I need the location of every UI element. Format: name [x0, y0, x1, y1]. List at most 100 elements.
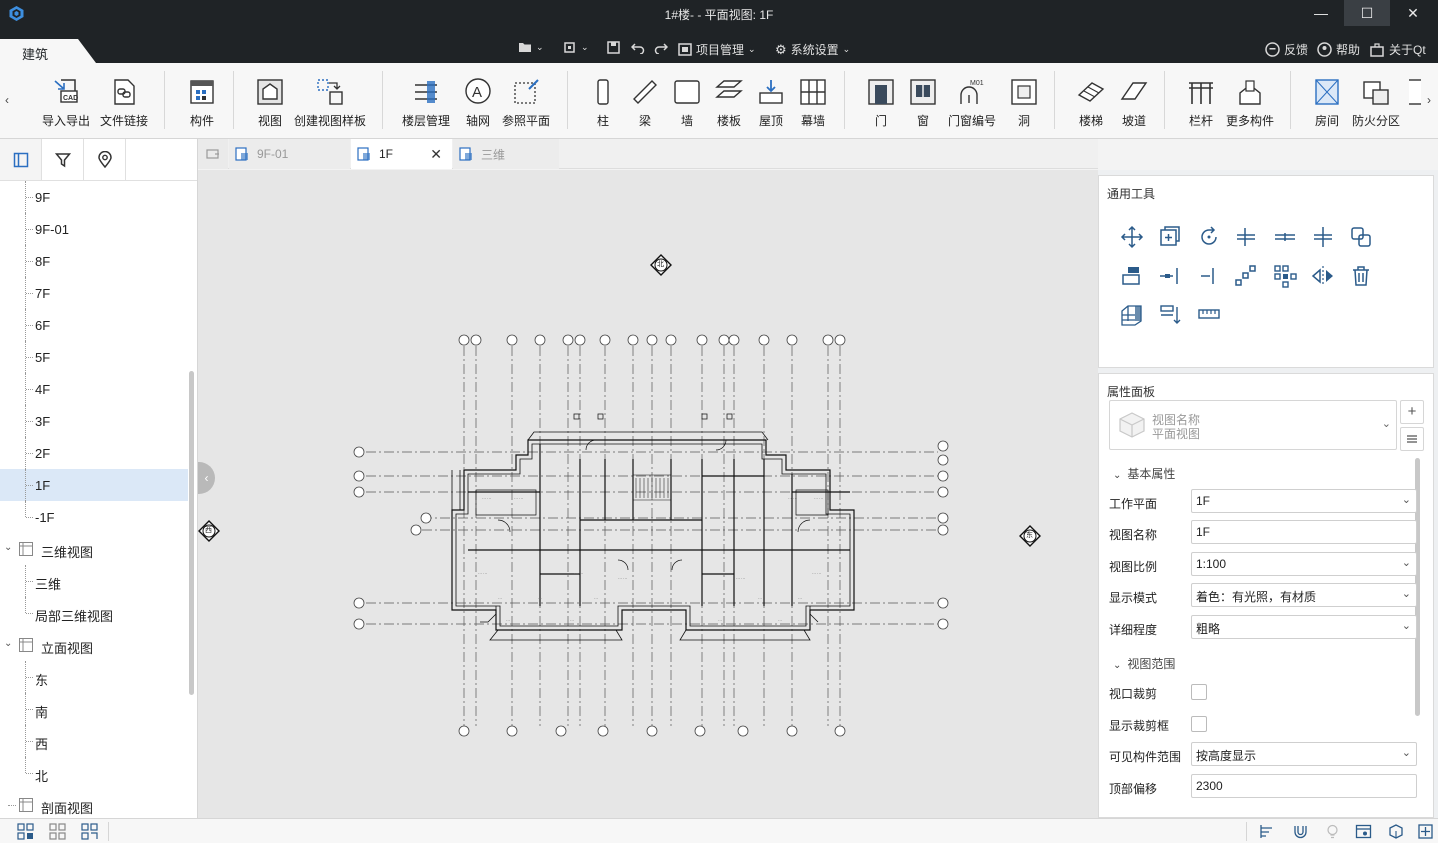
panel-toggle-button[interactable]: [0, 139, 42, 180]
split-icon[interactable]: [1272, 224, 1298, 250]
save-button[interactable]: [607, 41, 620, 54]
filter-button[interactable]: [42, 139, 84, 180]
tree-group-elevations[interactable]: ⌄ 立面视图: [0, 629, 188, 661]
offset-icon[interactable]: [1348, 224, 1374, 250]
array-icon[interactable]: [1233, 263, 1259, 289]
stairs-button[interactable]: 楼梯: [1076, 77, 1106, 129]
view-name-input[interactable]: 1F: [1191, 520, 1417, 544]
fire-zone-button[interactable]: 防火分区: [1352, 77, 1400, 129]
viewport-crop-checkbox[interactable]: [1191, 684, 1207, 700]
close-button[interactable]: ✕: [1390, 0, 1436, 26]
undo-button[interactable]: [631, 41, 645, 54]
tree-item-level[interactable]: 5F: [0, 341, 188, 373]
tree-item-elevation[interactable]: 西: [0, 725, 188, 757]
wall-button[interactable]: 墙: [672, 77, 702, 129]
visible-range-select[interactable]: 按高度显示 ⌄: [1191, 742, 1417, 766]
display-mode-select[interactable]: 着色：有光照，有材质 ⌄: [1191, 583, 1417, 607]
door-window-tag-button[interactable]: M01 门窗编号: [948, 77, 996, 129]
open-file-button[interactable]: ⌄: [518, 41, 544, 53]
tab-architecture[interactable]: 建筑: [0, 39, 96, 63]
level-copy-icon[interactable]: [1119, 301, 1145, 327]
view-button[interactable]: 视图: [255, 77, 285, 129]
tree-item-3d[interactable]: 三维: [0, 565, 188, 597]
more-components-button[interactable]: 更多构件: [1226, 77, 1274, 129]
tree-item-level[interactable]: 4F: [0, 373, 188, 405]
measure-icon[interactable]: [1196, 301, 1222, 327]
extend-single-icon[interactable]: [1157, 263, 1183, 289]
select-links-icon[interactable]: [49, 823, 66, 840]
redo-button[interactable]: [654, 41, 668, 54]
tree-item-level[interactable]: 3F: [0, 405, 188, 437]
tree-item-elevation[interactable]: 北: [0, 757, 188, 789]
import-export-button[interactable]: CAD 导入导出: [42, 77, 90, 129]
about-button[interactable]: 关于Qt: [1370, 41, 1426, 58]
create-view-template-button[interactable]: 创建视图样板: [294, 77, 366, 129]
copy-icon[interactable]: [1157, 224, 1183, 250]
snap-settings-icon[interactable]: [1258, 823, 1275, 840]
show-crop-checkbox[interactable]: [1191, 716, 1207, 732]
tree-item-level-selected[interactable]: 1F: [0, 469, 188, 501]
add-property-button[interactable]: +: [1400, 400, 1424, 424]
feedback-button[interactable]: 反馈: [1265, 41, 1308, 58]
beam-button[interactable]: 梁: [630, 77, 660, 129]
floor-plan-drawing[interactable]: ··· ··· ··· ··· ··· ··· ··· ··· ··· ··· ··· …: [198, 170, 1098, 818]
section-view-range[interactable]: ⌄ 视图范围: [1113, 655, 1175, 672]
maximize-button[interactable]: ☐: [1344, 0, 1390, 26]
tree-item-elevation[interactable]: 南: [0, 693, 188, 725]
minimize-button[interactable]: —: [1298, 0, 1344, 26]
east-elevation-marker[interactable]: 东: [1019, 525, 1041, 547]
system-settings-menu[interactable]: ⚙ 系统设置 ⌄: [775, 41, 850, 58]
chevron-down-icon[interactable]: ⌄: [4, 638, 12, 649]
tree-item-level[interactable]: -1F: [0, 501, 188, 533]
floor-slab-button[interactable]: 楼板: [714, 77, 744, 129]
tab-view-1f[interactable]: 1F ✕: [351, 139, 452, 169]
detail-level-select[interactable]: 粗略 ⌄: [1191, 615, 1417, 639]
trim-extend-icon[interactable]: [1233, 224, 1259, 250]
rotate-icon[interactable]: [1196, 224, 1222, 250]
view-type-selector[interactable]: 视图名称 平面视图 ⌄: [1109, 400, 1397, 450]
roof-button[interactable]: 屋顶: [756, 77, 786, 129]
grid-button[interactable]: A 轴网: [463, 77, 493, 129]
tree-item-partial-3d[interactable]: 局部三维视图: [0, 597, 188, 629]
railing-button[interactable]: 栏杆: [1186, 77, 1216, 129]
zoom-fit-icon[interactable]: [1417, 823, 1434, 840]
floor-mgmt-button[interactable]: 楼层管理: [402, 77, 450, 129]
tree-item-level[interactable]: 6F: [0, 309, 188, 341]
chevron-down-icon[interactable]: ⌄: [4, 542, 12, 553]
tree-group-3d-views[interactable]: ⌄ 三维视图: [0, 533, 188, 565]
close-icon[interactable]: ✕: [430, 146, 442, 163]
tree-item-level[interactable]: 7F: [0, 277, 188, 309]
file-link-button[interactable]: 文件链接: [100, 77, 148, 129]
building-button[interactable]: ⌄: [563, 41, 589, 53]
tree-item-level[interactable]: 8F: [0, 245, 188, 277]
magnet-icon[interactable]: [1292, 823, 1309, 840]
cube-icon[interactable]: [1387, 823, 1404, 840]
north-elevation-marker[interactable]: 北: [650, 254, 672, 276]
view-scale-select[interactable]: 1:100 ⌄: [1191, 552, 1417, 576]
window-button[interactable]: 窗: [908, 77, 938, 129]
extend-multi-icon[interactable]: [1196, 263, 1222, 289]
property-settings-button[interactable]: [1400, 427, 1424, 451]
west-elevation-marker[interactable]: 西: [198, 520, 220, 542]
drawing-canvas[interactable]: ··· ··· ··· ··· ··· ··· ··· ··· ··· ··· ··· …: [198, 170, 1098, 818]
tab-list-button[interactable]: [198, 139, 228, 169]
match-properties-icon[interactable]: [1119, 263, 1145, 289]
select-underlay-icon[interactable]: [81, 823, 98, 840]
location-button[interactable]: [84, 139, 126, 180]
ref-plane-button[interactable]: 参照平面: [502, 77, 550, 129]
curtain-wall-button[interactable]: 幕墙: [798, 77, 828, 129]
ribbon-overflow-item[interactable]: [1409, 77, 1421, 112]
render-icon[interactable]: [1355, 823, 1372, 840]
align-icon[interactable]: [1310, 224, 1336, 250]
tree-item-elevation[interactable]: 东: [0, 661, 188, 693]
tab-view-9f01[interactable]: 9F-01: [229, 139, 350, 169]
align-to-level-icon[interactable]: [1157, 301, 1183, 327]
help-button[interactable]: 帮助: [1317, 41, 1360, 58]
mirror-icon[interactable]: [1310, 263, 1336, 289]
opening-button[interactable]: 洞: [1009, 77, 1039, 129]
door-button[interactable]: 门: [866, 77, 896, 129]
delete-icon[interactable]: [1348, 263, 1374, 289]
column-button[interactable]: 柱: [588, 77, 618, 129]
rect-array-icon[interactable]: [1272, 263, 1298, 289]
ribbon-scroll-left-icon[interactable]: ‹: [5, 93, 9, 107]
